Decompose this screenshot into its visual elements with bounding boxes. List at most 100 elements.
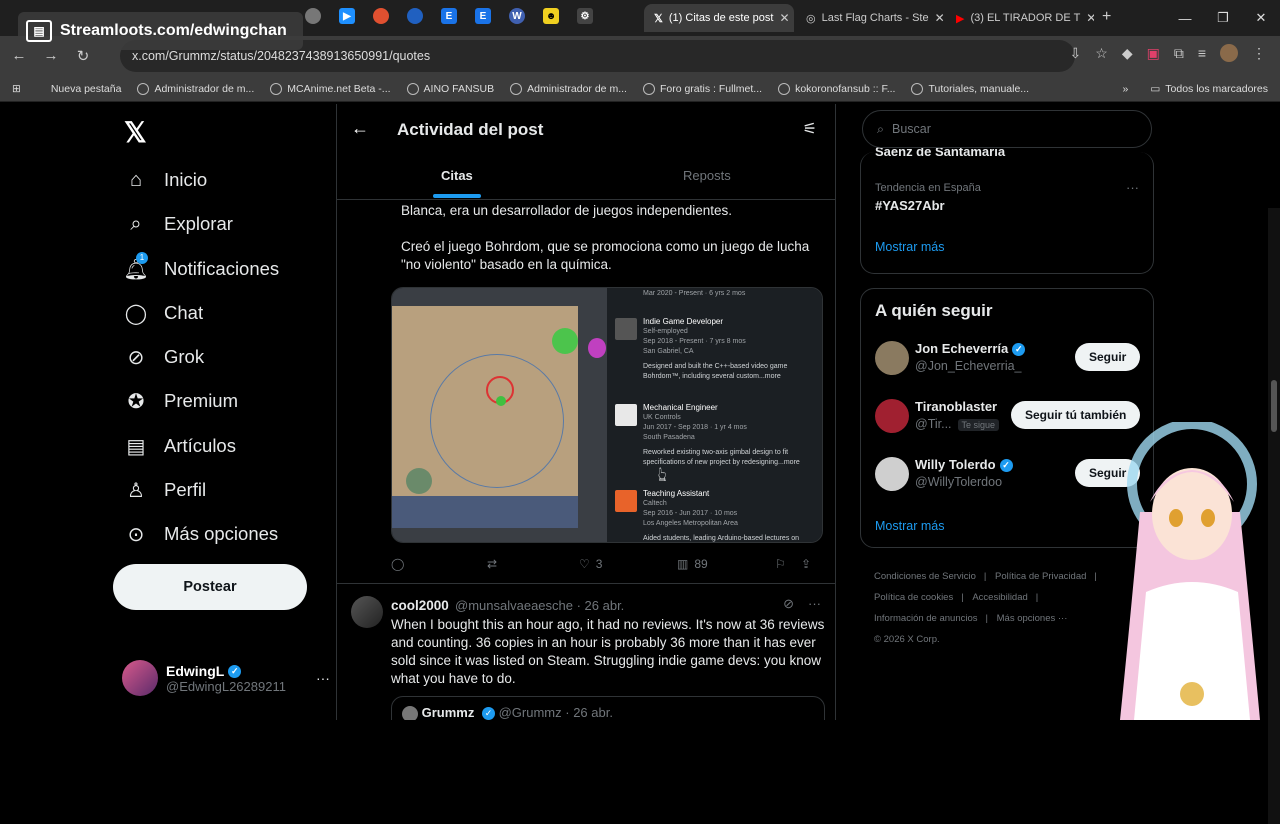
new-tab-icon[interactable]: +	[1102, 8, 1111, 26]
page-title: Actividad del post	[397, 120, 544, 139]
views-action[interactable]: ▥ 89	[677, 557, 775, 571]
footer-link[interactable]: Condiciones de Servicio	[874, 571, 976, 582]
bookmark-item[interactable]: Nueva pestaña	[37, 83, 122, 95]
quoted-post[interactable]: Grummz ✓ @Grummz · 26 abr.	[391, 696, 825, 720]
user-name-text: Jon Echeverría	[915, 341, 1009, 356]
nav-articles[interactable]: ▤ Artículos	[124, 434, 236, 458]
close-window-icon[interactable]: ✕	[1242, 0, 1280, 36]
streamloots-icon: ▤	[26, 20, 52, 42]
apps-icon[interactable]: ⊞	[12, 83, 21, 95]
back-arrow-icon[interactable]: ←	[351, 118, 369, 139]
arrow-tab-icon[interactable]: ▶	[339, 8, 355, 24]
x-logo-icon[interactable]: 𝕏	[124, 116, 147, 149]
more-icon[interactable]: ···	[808, 596, 821, 612]
post-button[interactable]: Postear	[113, 564, 307, 610]
follow-button[interactable]: Seguir	[1075, 343, 1141, 371]
nav-label: Explorar	[164, 213, 233, 234]
nav-profile[interactable]: ♙ Perfil	[124, 478, 206, 502]
footer-link[interactable]: Política de Privacidad	[995, 571, 1086, 582]
job-desc: Reworked existing two-axis gimbal design…	[643, 449, 800, 466]
extensions-puzzle-icon[interactable]: ⧉	[1174, 45, 1184, 62]
bookmark-item[interactable]: Administrador de m...	[510, 82, 627, 95]
nav-home[interactable]: ⌂ Inicio	[124, 168, 207, 192]
nav-explore[interactable]: ⌕ Explorar	[124, 212, 233, 236]
close-icon[interactable]: ✕	[779, 11, 789, 25]
all-bookmarks[interactable]: ▭ Todos los marcadores	[1150, 83, 1268, 95]
tab-youtube[interactable]: ▶ (3) EL TIRADOR DE T ✕	[946, 4, 1094, 32]
heart-icon: ♡	[579, 557, 590, 571]
footer-link[interactable]: Accesibilidad	[972, 592, 1027, 603]
minimize-icon[interactable]: —	[1166, 0, 1204, 36]
quote-post[interactable]: cool2000 @munsalvaeaesche · 26 abr. ⊘ ··…	[337, 584, 835, 720]
gear-tab-icon[interactable]: ⚙	[577, 8, 593, 24]
author-name[interactable]: cool2000	[391, 598, 449, 613]
nav-premium[interactable]: ✪ Premium	[124, 389, 238, 413]
extension-diamond-icon[interactable]: ◆	[1122, 45, 1133, 62]
job-entry: Mechanical Engineer UK Controls Jun 2017…	[615, 402, 820, 468]
verified-icon: ✓	[999, 459, 1013, 473]
suggested-user[interactable]: Jon Echeverría ✓ @Jon_Echeverria_ Seguir	[875, 339, 1145, 379]
more-bookmarks-icon[interactable]: »	[1123, 83, 1129, 95]
quoted-author-name: Grummz	[421, 705, 475, 720]
nav-chat[interactable]: ◯ Chat	[124, 301, 203, 325]
nav-more[interactable]: ⊙ Más opciones	[124, 522, 279, 546]
footer-link[interactable]: Información de anuncios	[874, 613, 978, 624]
tab-quotes[interactable]: Citas	[441, 168, 473, 183]
avatar[interactable]	[351, 596, 383, 628]
trend-name[interactable]: #YAS27Abr	[875, 198, 945, 213]
profile-avatar[interactable]	[1220, 44, 1238, 62]
face-tab-icon[interactable]: ☻	[543, 8, 559, 24]
star-icon[interactable]: ☆	[1095, 45, 1108, 62]
filter-icon[interactable]: ⚟	[803, 119, 817, 139]
wordpress-tab-icon[interactable]: W	[509, 8, 525, 24]
install-icon[interactable]: ⇩	[1070, 45, 1082, 62]
more-circle-icon: ⊙	[127, 523, 145, 546]
e-tab-icon-2[interactable]: E	[475, 8, 491, 24]
reply-action[interactable]: ◯	[391, 557, 487, 571]
bookmark-icon[interactable]: ⚐	[775, 557, 801, 571]
share-icon[interactable]: ⇪	[801, 557, 811, 571]
bookmark-item[interactable]: Tutoriales, manuale...	[911, 82, 1029, 95]
bookmark-item[interactable]: Administrador de m...	[137, 82, 255, 95]
show-more-link[interactable]: Mostrar más	[875, 240, 944, 254]
account-switcher[interactable]: EdwingL ✓ @EdwingL26289211 ···	[122, 660, 330, 696]
scrollbar-thumb[interactable]	[1271, 380, 1277, 432]
bookmark-item[interactable]: kokoronofansub :: F...	[778, 82, 895, 95]
circle-tab-icon[interactable]	[373, 8, 389, 24]
bookmark-item[interactable]: AINO FANSUB	[406, 82, 494, 95]
e-tab-icon[interactable]: E	[441, 8, 457, 24]
tab-lastflag[interactable]: ◎ Last Flag Charts - Ste ✕	[796, 4, 944, 32]
post-media[interactable]: Mar 2020 - Present · 6 yrs 2 mos Indie G…	[391, 287, 823, 543]
footer-link[interactable]: Más opciones ···	[997, 613, 1068, 624]
tab-label: Last Flag Charts - Ste	[821, 12, 929, 24]
restore-icon[interactable]: ❐	[1204, 0, 1242, 36]
bookmark-item[interactable]: Foro gratis : Fullmet...	[642, 82, 762, 95]
nav-label: Más opciones	[164, 523, 279, 544]
close-icon[interactable]: ✕	[1086, 11, 1094, 25]
user-name-text: Willy Tolerdo	[915, 457, 996, 472]
globe-tab-icon[interactable]	[305, 8, 321, 24]
grok-icon[interactable]: ⊘	[783, 596, 794, 612]
globe-icon	[911, 82, 924, 95]
footer-link[interactable]: Política de cookies	[874, 592, 953, 603]
media-icon[interactable]: ≡	[1198, 45, 1206, 61]
flame-tab-icon[interactable]	[407, 8, 423, 24]
post-text-paragraph: Creó el juego Bohrdom, que se promociona…	[401, 239, 810, 272]
tab-reposts[interactable]: Reposts	[683, 168, 731, 183]
left-nav: 𝕏 ⌂ Inicio ⌕ Explorar 🔔︎ Notificaciones 1 ◯…	[110, 104, 330, 720]
nav-grok[interactable]: ⊘ Grok	[124, 345, 204, 369]
like-action[interactable]: ♡ 3	[579, 557, 677, 571]
bookmark-label: Administrador de m...	[154, 82, 255, 95]
repost-action[interactable]: ⇄	[487, 557, 579, 571]
menu-icon[interactable]: ⋮	[1252, 45, 1266, 62]
search-input[interactable]: ⌕ Buscar	[862, 110, 1152, 148]
bookmark-item[interactable]: MCAnime.net Beta -...	[270, 82, 391, 95]
more-icon[interactable]: ···	[316, 670, 330, 686]
close-icon[interactable]: ✕	[935, 11, 944, 25]
more-icon[interactable]: ···	[1126, 180, 1139, 195]
account-name: EdwingL ✓	[166, 663, 286, 679]
tab-active[interactable]: 𝕏 (1) Citas de este post ✕	[644, 4, 794, 32]
extension-red-icon[interactable]: ▣	[1147, 45, 1160, 62]
show-more-link[interactable]: Mostrar más	[875, 519, 944, 533]
job-entry: Indie Game Developer Self-employed Sep 2…	[615, 316, 820, 382]
